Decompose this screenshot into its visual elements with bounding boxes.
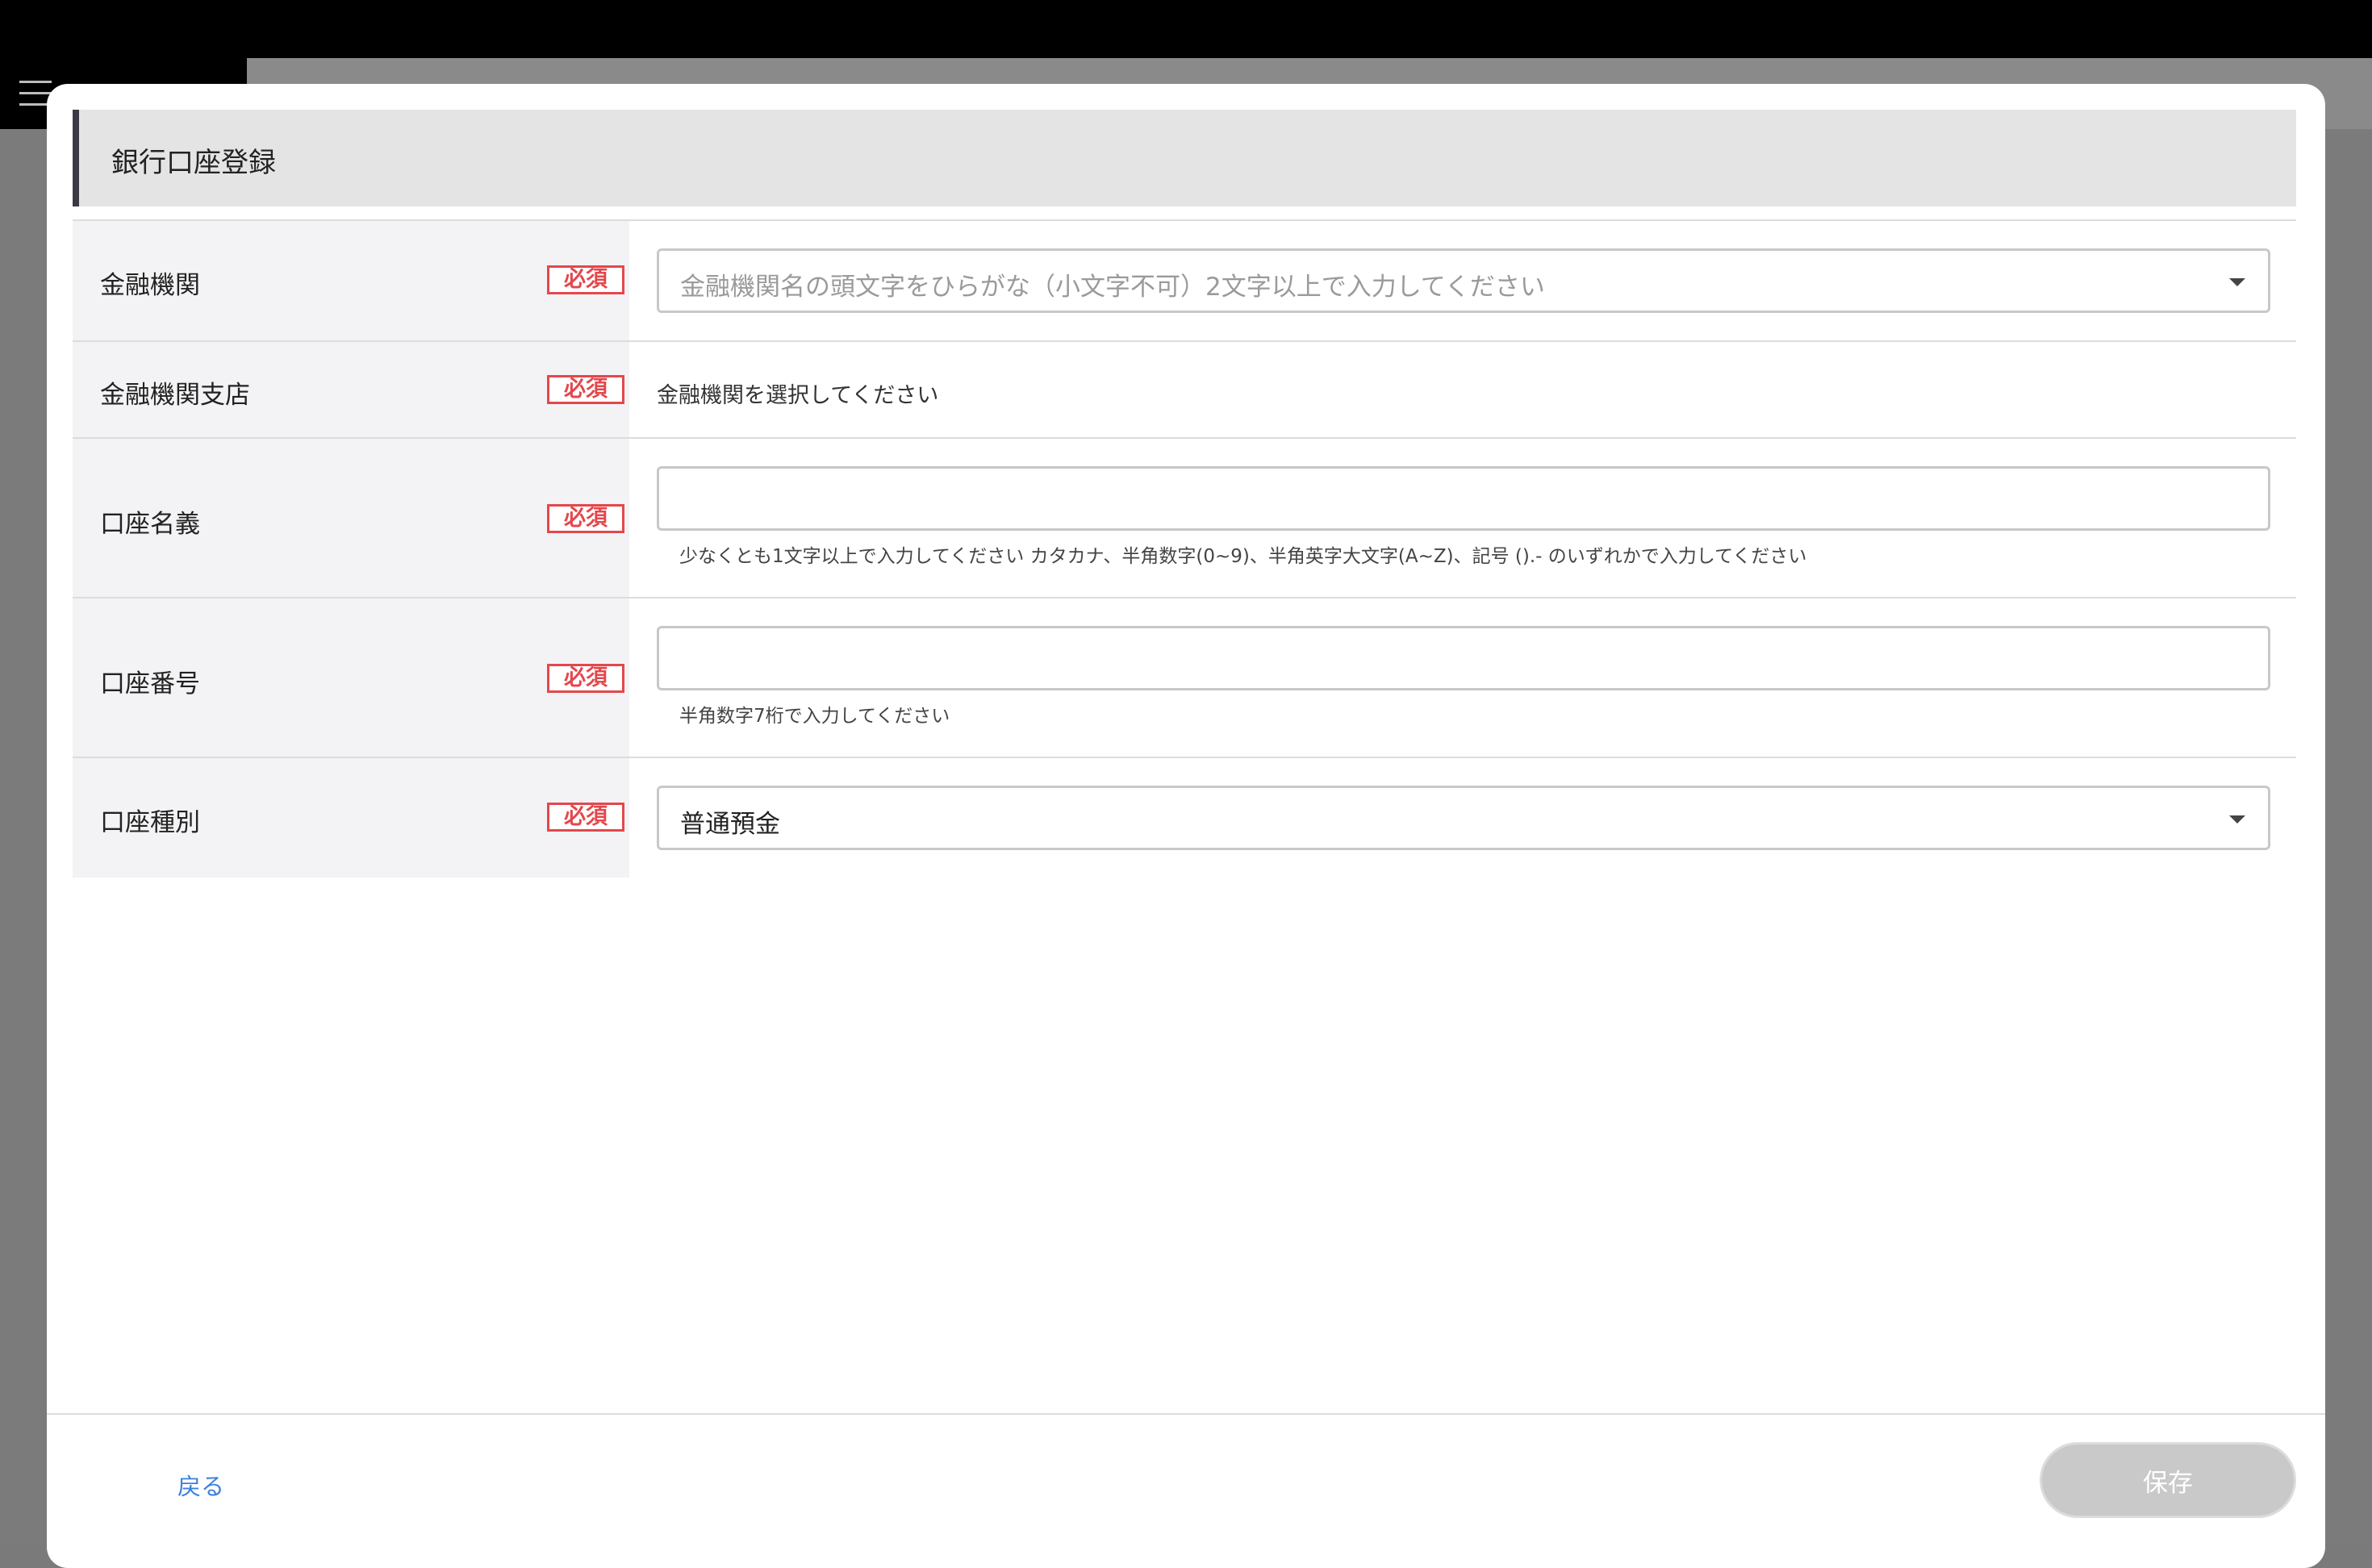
required-badge: 必須 <box>547 664 624 693</box>
label-branch: 金融機関支店 <box>100 381 250 410</box>
required-badge: 必須 <box>547 504 624 533</box>
modal-title: 銀行口座登録 <box>111 147 276 179</box>
branch-static-text: 金融機関を選択してください <box>657 383 939 408</box>
back-link[interactable]: 戻る <box>177 1468 224 1502</box>
account-type-select[interactable]: 普通預金 <box>657 786 2270 850</box>
label-cell-bank: 金融機関 必須 <box>73 221 629 340</box>
required-badge: 必須 <box>547 375 624 404</box>
bank-account-modal: 銀行口座登録 金融機関 必須 金融機関名の頭文字をひらがな（小文字不可）2文字以… <box>47 84 2325 1568</box>
chevron-down-icon[interactable] <box>2229 278 2245 286</box>
label-bank: 金融機関 <box>100 271 200 300</box>
field-cell-account-type: 普通預金 <box>629 758 2296 878</box>
label-account-holder: 口座名義 <box>100 510 200 539</box>
required-badge: 必須 <box>547 803 624 832</box>
account-number-input[interactable] <box>657 626 2270 690</box>
form-row-bank: 金融機関 必須 金融機関名の頭文字をひらがな（小文字不可）2文字以上で入力してく… <box>73 221 2296 342</box>
label-cell-branch: 金融機関支店 必須 <box>73 342 629 437</box>
modal-footer: 戻る 保存 <box>47 1413 2325 1568</box>
modal-header: 銀行口座登録 <box>73 110 2296 206</box>
bank-select-input[interactable]: 金融機関名の頭文字をひらがな（小文字不可）2文字以上で入力してください <box>657 248 2270 313</box>
bank-placeholder: 金融機関名の頭文字をひらがな（小文字不可）2文字以上で入力してください <box>680 273 1545 302</box>
required-badge: 必須 <box>547 265 624 294</box>
form-row-account-number: 口座番号 必須 半角数字7桁で入力してください <box>73 598 2296 758</box>
account-type-selected: 普通預金 <box>680 810 780 839</box>
account-holder-input[interactable] <box>657 466 2270 531</box>
field-cell-branch: 金融機関を選択してください <box>629 342 2296 437</box>
label-cell-account-holder: 口座名義 必須 <box>73 439 629 597</box>
field-cell-account-holder: 少なくとも1文字以上で入力してください カタカナ、半角数字(0~9)、半角英字大… <box>629 439 2296 597</box>
label-account-type: 口座種別 <box>100 808 200 837</box>
save-button[interactable]: 保存 <box>2040 1442 2296 1518</box>
label-cell-account-type: 口座種別 必須 <box>73 758 629 878</box>
field-cell-bank: 金融機関名の頭文字をひらがな（小文字不可）2文字以上で入力してください <box>629 221 2296 340</box>
form-row-branch: 金融機関支店 必須 金融機関を選択してください <box>73 342 2296 439</box>
field-cell-account-number: 半角数字7桁で入力してください <box>629 598 2296 757</box>
form-row-account-type: 口座種別 必須 普通預金 <box>73 758 2296 878</box>
chevron-down-icon[interactable] <box>2229 815 2245 824</box>
label-cell-account-number: 口座番号 必須 <box>73 598 629 757</box>
account-number-hint: 半角数字7桁で入力してください <box>679 706 950 727</box>
bank-account-form: 金融機関 必須 金融機関名の頭文字をひらがな（小文字不可）2文字以上で入力してく… <box>73 219 2296 878</box>
account-holder-hint: 少なくとも1文字以上で入力してください カタカナ、半角数字(0~9)、半角英字大… <box>679 546 1807 567</box>
form-row-account-holder: 口座名義 必須 少なくとも1文字以上で入力してください カタカナ、半角数字(0~… <box>73 439 2296 598</box>
label-account-number: 口座番号 <box>100 669 200 699</box>
